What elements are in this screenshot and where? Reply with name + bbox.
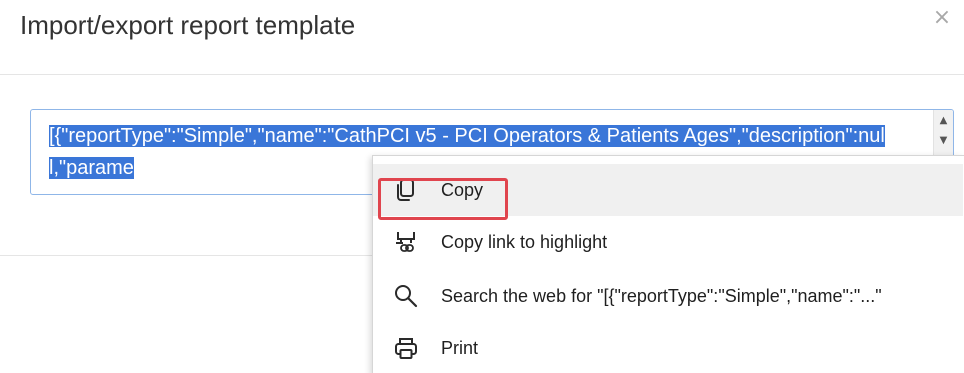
import-export-dialog: Import/export report template × [{"repor…: [0, 0, 964, 373]
menu-item-print[interactable]: Print: [373, 322, 963, 373]
menu-item-copy[interactable]: Copy: [373, 164, 963, 220]
menu-item-label: Search the web for "[{"reportType":"Simp…: [441, 286, 882, 306]
search-icon: [393, 283, 419, 309]
menu-item-label: Print: [441, 338, 479, 358]
dialog-title: Import/export report template: [20, 10, 356, 40]
menu-item-label: Copy link to highlight: [441, 232, 608, 252]
menu-item-copy-link-to-highlight[interactable]: Copy link to highlight: [373, 216, 963, 268]
scroll-down-icon[interactable]: ▼: [934, 132, 953, 150]
copy-icon: [393, 177, 419, 203]
menu-item-search-web[interactable]: Search the web for "[{"reportType":"Simp…: [373, 270, 963, 322]
menu-item-label: Copy: [441, 180, 484, 200]
printer-icon: [393, 335, 419, 361]
link-highlight-icon: [393, 229, 419, 255]
context-menu: Copy Copy link to highlight Search the w…: [372, 155, 964, 373]
dialog-header: Import/export report template ×: [0, 0, 964, 75]
close-button[interactable]: ×: [930, 4, 954, 32]
scroll-up-icon[interactable]: ▲: [934, 112, 953, 130]
